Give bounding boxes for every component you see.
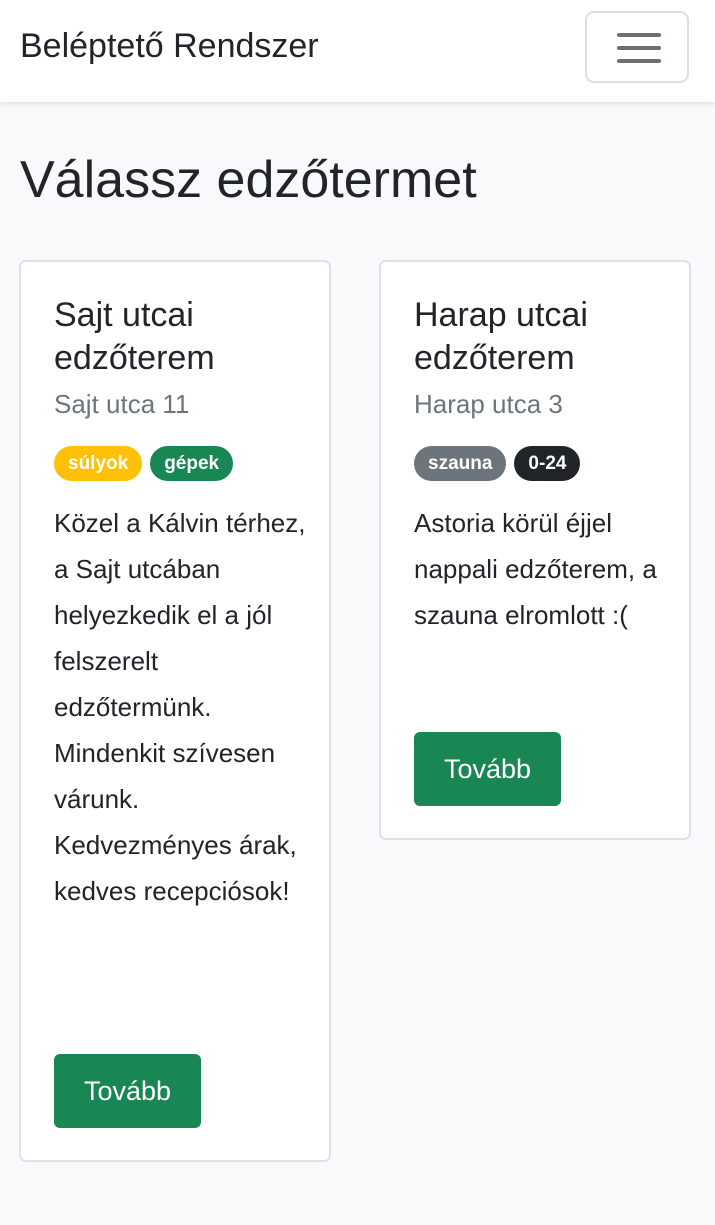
- gym-card-address: Harap utca 3: [414, 389, 563, 419]
- gym-card-title: Harap utcai edzőterem: [414, 296, 588, 377]
- gym-card-description: Közel a Kálvin térhez, a Sajt utcában he…: [54, 508, 306, 906]
- tag-badge: szauna: [414, 446, 507, 481]
- gym-card-tags: szauna 0-24: [414, 446, 581, 481]
- navbar-brand[interactable]: Beléptető Rendszer: [20, 24, 319, 68]
- tag-badge: súlyok: [54, 446, 143, 481]
- navbar: Beléptető Rendszer: [0, 0, 715, 102]
- gym-card-title: Sajt utcai edzőterem: [54, 296, 215, 377]
- page-title: Válassz edzőtermet: [20, 151, 477, 209]
- tag-badge: 0-24: [514, 446, 581, 481]
- continue-button[interactable]: Tovább: [54, 1054, 201, 1128]
- gym-card: Harap utcai edzőterem Harap utca 3 szaun…: [379, 260, 691, 840]
- continue-button[interactable]: Tovább: [414, 732, 561, 806]
- navbar-toggler-button[interactable]: [585, 11, 689, 83]
- gym-card-address: Sajt utca 11: [54, 389, 190, 419]
- gym-card-tags: súlyok gépek: [54, 446, 234, 481]
- gym-card: Sajt utcai edzőterem Sajt utca 11 súlyok…: [19, 260, 331, 1162]
- tag-badge: gépek: [150, 446, 234, 481]
- gym-card-description: Astoria körül éjjel nappali edzőterem, a…: [414, 508, 657, 630]
